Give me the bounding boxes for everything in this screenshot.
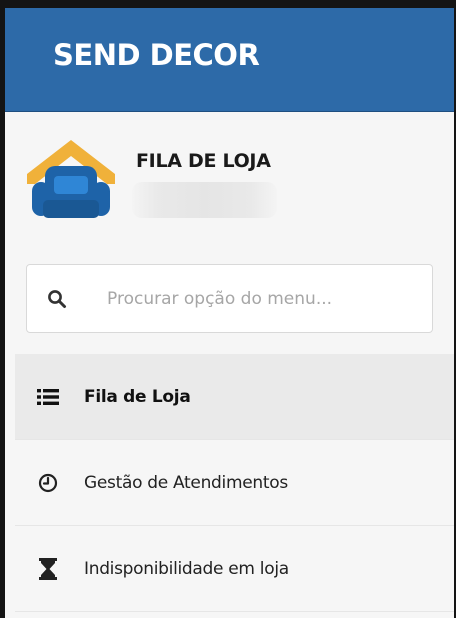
app-header: SEND DECOR: [5, 8, 454, 112]
menu-item-gestao-de-atendimentos[interactable]: Gestão de Atendimentos: [15, 440, 454, 526]
menu-item-fila-de-loja[interactable]: Fila de Loja: [15, 354, 454, 440]
clock-icon: [38, 473, 58, 493]
store-name: FILA DE LOJA: [136, 150, 271, 172]
search-icon: [48, 290, 66, 308]
menu-item-indisponibilidade-em-loja[interactable]: Indisponibilidade em loja: [15, 526, 454, 612]
hourglass-icon: [39, 558, 57, 580]
navigation-menu: Fila de Loja Gestão de Atendimentos Indi…: [15, 354, 454, 612]
menu-item-label: Fila de Loja: [84, 387, 191, 407]
list-icon: [37, 389, 59, 405]
search-input[interactable]: [107, 279, 417, 319]
window-frame-top: [0, 0, 456, 8]
store-profile: FILA DE LOJA: [5, 112, 454, 252]
menu-item-label: Indisponibilidade em loja: [84, 559, 289, 579]
menu-item-label: Gestão de Atendimentos: [84, 473, 288, 493]
blurred-user-info: [132, 182, 277, 218]
menu-search-box[interactable]: [26, 264, 433, 333]
sofa-house-icon: [27, 140, 115, 218]
side-menu-panel: SEND DECOR FILA DE LOJA Procurar opção d…: [5, 8, 454, 618]
brand-title: SEND DECOR: [53, 38, 260, 72]
